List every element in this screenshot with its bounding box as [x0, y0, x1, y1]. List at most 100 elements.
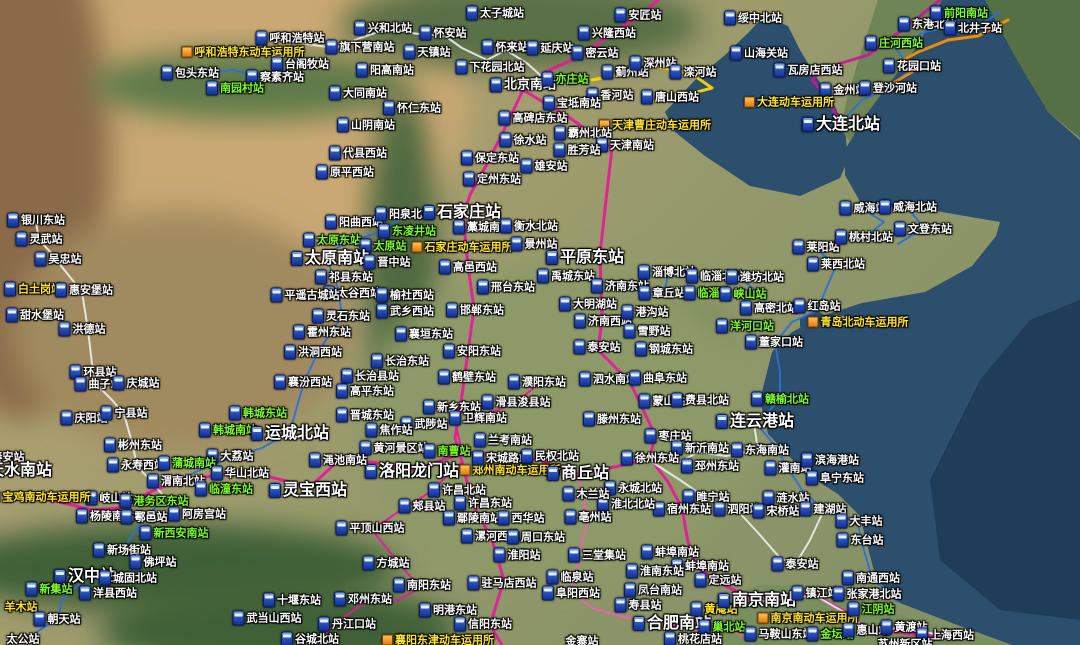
station-label[interactable]: 包头东站	[161, 66, 219, 81]
station-label[interactable]: 榆社西站	[376, 288, 434, 303]
station-label[interactable]: 鄠邑站	[121, 510, 168, 525]
depot-label[interactable]: 石家庄动车运用所	[412, 242, 513, 253]
station-label[interactable]: 莱西北站	[807, 257, 865, 272]
station-label[interactable]: 驻马店西站	[468, 576, 537, 591]
station-label[interactable]: 钢城东站	[635, 342, 693, 357]
station-label[interactable]: 太原东站	[303, 233, 361, 248]
station-label[interactable]: 原平西站	[316, 165, 374, 180]
station-label[interactable]: 兴隆西站	[578, 26, 636, 41]
depot-label[interactable]: 青岛北动车运用所	[808, 317, 909, 328]
station-label[interactable]: 阿房宫站	[168, 507, 226, 522]
station-label[interactable]: 东海南站	[731, 443, 789, 458]
station-label[interactable]: 洋县西站	[79, 586, 137, 601]
station-label[interactable]: 唐山西站	[641, 90, 699, 105]
station-label[interactable]: 十堰东站	[263, 593, 321, 608]
station-label[interactable]: 潍坊北站	[726, 270, 784, 285]
station-label[interactable]: 灵武站	[16, 232, 63, 247]
station-label[interactable]: 禹城东站	[537, 269, 595, 284]
station-label[interactable]: 商丘站	[547, 465, 609, 481]
station-label[interactable]: 大连北站	[802, 116, 880, 132]
station-label[interactable]: 镇江站	[792, 586, 839, 601]
station-label[interactable]: 高平东站	[336, 384, 394, 399]
station-label[interactable]: 南园村站	[206, 81, 264, 96]
station-label[interactable]: 彬州东站	[104, 438, 162, 453]
station-label[interactable]: 洪德站	[59, 322, 106, 337]
depot-label[interactable]: 天津曹庄动车运用所	[599, 120, 711, 131]
station-label[interactable]: 阜宁东站	[806, 471, 864, 486]
station-label[interactable]: 大同南站	[329, 86, 387, 101]
station-label[interactable]: 平遥古城站	[271, 288, 340, 303]
station-label[interactable]: 灵石东站	[312, 309, 370, 324]
station-label[interactable]: 亦庄站	[542, 72, 589, 87]
station-label[interactable]: 洛阳龙门站	[365, 463, 459, 479]
station-label[interactable]: 襄汾西站	[274, 375, 332, 390]
station-label[interactable]: 华山北站	[211, 466, 269, 481]
station-label[interactable]: 银川东站	[7, 213, 65, 228]
satellite-map[interactable]: 呼和浩特站呼和浩特东动车运用所旗下营南站台阁牧站包头东站察素齐站南园村站兴和北站…	[0, 0, 1080, 645]
depot-label[interactable]: 大连动车运用所	[744, 97, 834, 108]
station-label[interactable]: 许昌东站	[454, 496, 512, 511]
station-label[interactable]: 晋城东站	[336, 408, 394, 423]
station-label[interactable]: 滨海港站	[801, 453, 859, 468]
station-label[interactable]: 安匠站	[615, 8, 662, 23]
station-label[interactable]: 密云站	[572, 46, 619, 61]
station-label[interactable]: 南曹站	[424, 444, 471, 459]
station-label[interactable]: 宁县站	[101, 406, 148, 421]
station-label[interactable]: 南通西站	[842, 571, 900, 586]
station-label[interactable]: 周口东站	[507, 530, 565, 545]
station-label[interactable]: 马鞍山东站	[745, 627, 814, 642]
station-label[interactable]: 宿州东站	[653, 502, 711, 517]
station-label[interactable]: 淮阳站	[494, 548, 541, 563]
station-label[interactable]: 石家庄站	[423, 204, 501, 220]
station-label[interactable]: 费县北站	[671, 393, 729, 408]
station-label[interactable]: 延庆站	[527, 41, 574, 56]
station-label[interactable]: 平原东站	[546, 249, 624, 265]
station-label[interactable]: 雄安站	[521, 159, 568, 174]
station-label[interactable]: 三堂集站	[568, 548, 626, 563]
station-label[interactable]: 天水南站	[0, 462, 52, 478]
station-label[interactable]: 定州东站	[463, 172, 521, 187]
station-label[interactable]: 永城北站	[604, 481, 662, 496]
station-label[interactable]: 方城站	[363, 556, 410, 571]
station-label[interactable]: 邢台东站	[477, 280, 535, 295]
station-label[interactable]: 苏州新区站	[878, 639, 933, 645]
station-label[interactable]: 襄垣东站	[395, 327, 453, 342]
station-label[interactable]: 峡山站	[720, 287, 767, 302]
station-label[interactable]: 晋中站	[364, 255, 411, 270]
depot-label[interactable]: 郑州南动车运用所	[460, 465, 561, 476]
station-label[interactable]: 威海北站	[879, 200, 937, 215]
station-label[interactable]: 定远站	[695, 573, 742, 588]
station-label[interactable]: 泰安站	[772, 557, 819, 572]
station-label[interactable]: 山阴南站	[337, 118, 395, 133]
station-label[interactable]: 鄢陵南站	[443, 511, 501, 526]
station-label[interactable]: 桃花店站	[664, 632, 722, 645]
station-label[interactable]: 滕州东站	[583, 412, 641, 427]
station-label[interactable]: 瓦房店西站	[774, 63, 843, 78]
station-label[interactable]: 江阴站	[848, 602, 895, 617]
station-label[interactable]: 邯郸东站	[446, 303, 504, 318]
station-label[interactable]: 运城北站	[251, 425, 329, 441]
station-label[interactable]: 旗下营南站	[326, 40, 395, 55]
station-label[interactable]: 天津南站	[596, 138, 654, 153]
station-label[interactable]: 大明湖站	[559, 297, 617, 312]
station-label[interactable]: 鹤壁东站	[438, 370, 496, 385]
station-label[interactable]: 大丰站	[836, 514, 883, 529]
station-label[interactable]: 南京南站	[718, 592, 796, 608]
station-label[interactable]: 濮阳东站	[508, 375, 566, 390]
station-label[interactable]: 渑池南站	[309, 453, 367, 468]
station-label[interactable]: 兰考南站	[474, 433, 532, 448]
station-label[interactable]: 南阳东站	[393, 578, 451, 593]
station-label[interactable]: 灵宝西站	[269, 482, 347, 498]
station-label[interactable]: 谷城北站	[281, 632, 339, 645]
station-label[interactable]: 金寨站	[566, 636, 599, 645]
station-label[interactable]: 兴和北站	[354, 21, 412, 36]
station-label[interactable]: 绥中北站	[724, 11, 782, 26]
station-label[interactable]: 安阳东站	[443, 344, 501, 359]
station-label[interactable]: 洪洞西站	[284, 345, 342, 360]
station-label[interactable]: 明港东站	[419, 603, 477, 618]
station-label[interactable]: 祁县东站	[315, 270, 373, 285]
station-label[interactable]: 朝天站	[34, 612, 81, 627]
station-label[interactable]: 雪野站	[624, 324, 671, 339]
station-label[interactable]: 代县西站	[329, 146, 387, 161]
station-label[interactable]: 焦作站	[366, 423, 413, 438]
